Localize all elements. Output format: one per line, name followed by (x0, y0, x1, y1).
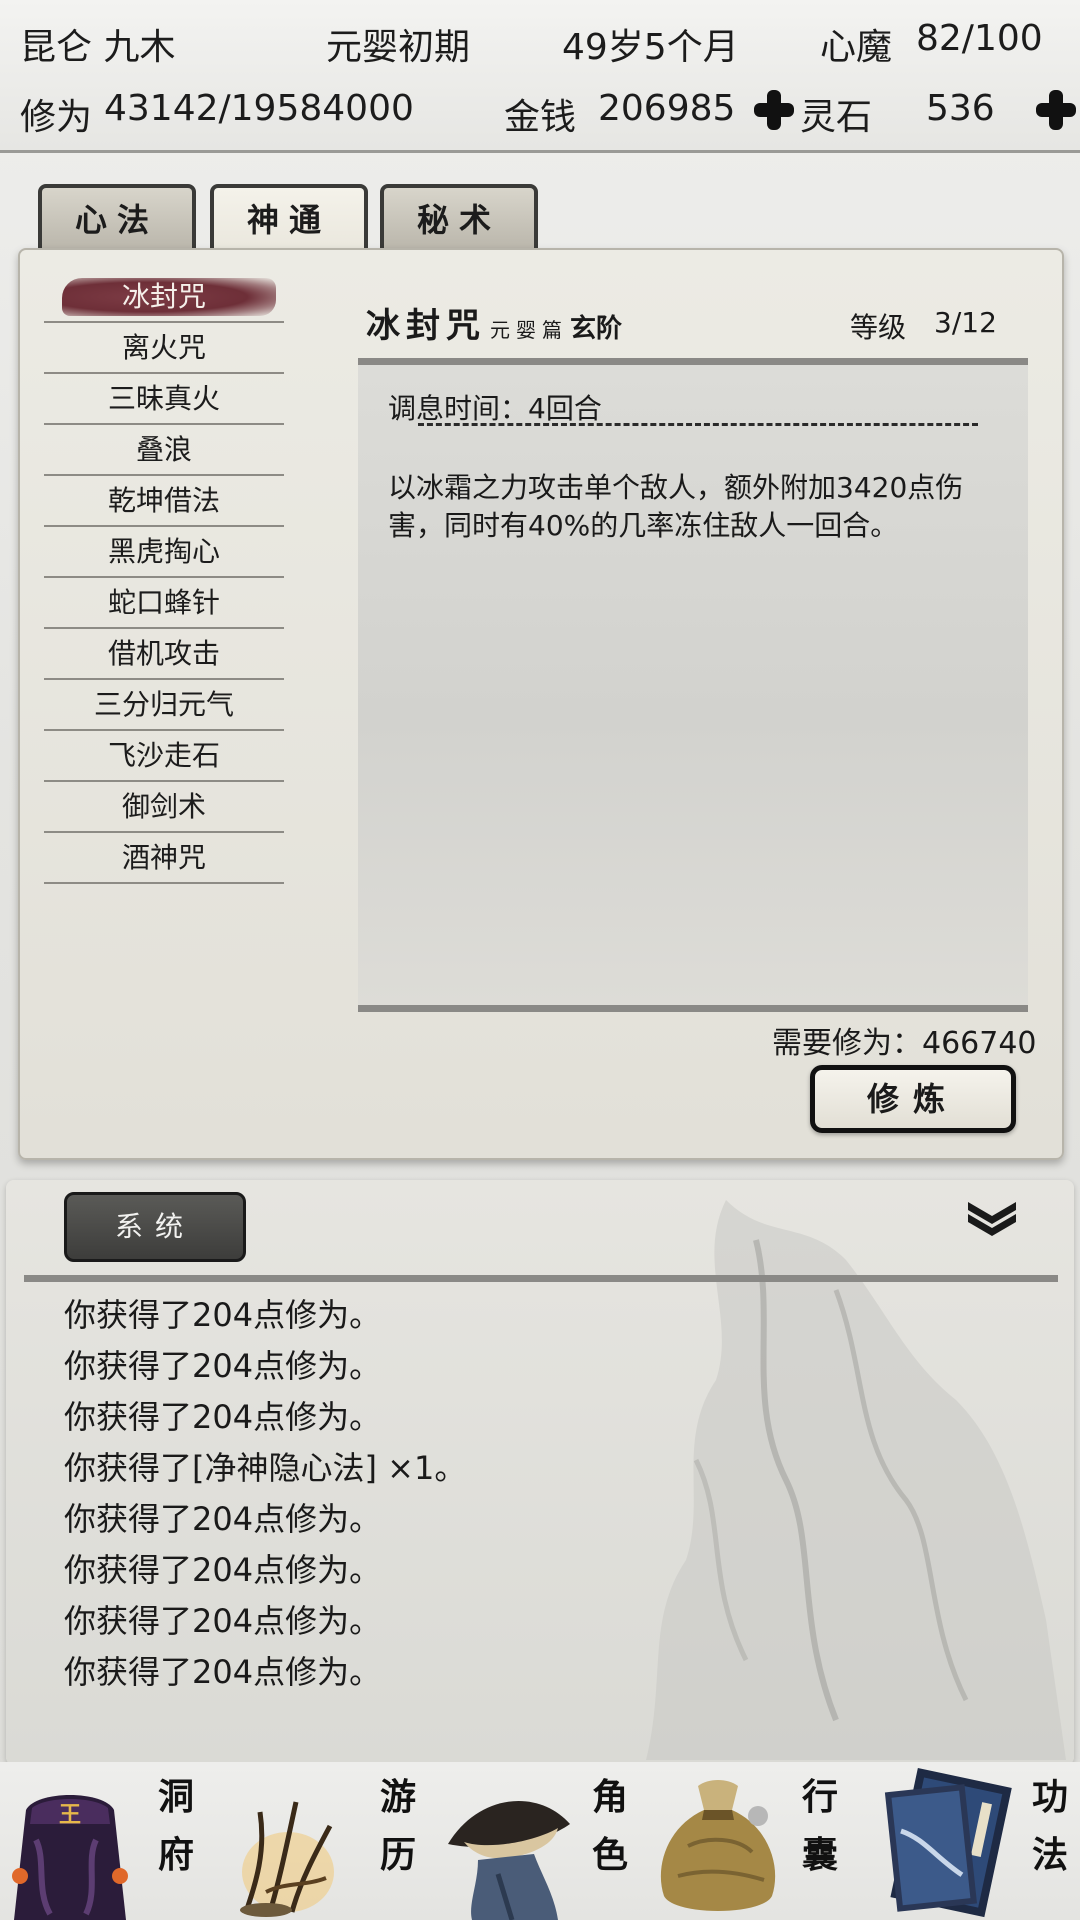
nav-character[interactable]: 角 色 (432, 1762, 648, 1920)
cultivation-label: 修为 (20, 97, 93, 138)
log-line: 你获得了204点修为。 (64, 1296, 382, 1334)
nav-label: 行 (801, 1776, 838, 1818)
system-log-panel: 系统 你获得了204点修为。 你获得了204点修为。 你获得了204点修为。 你… (6, 1180, 1074, 1765)
nav-label: 府 (157, 1834, 194, 1876)
money-value: 206985 (598, 88, 736, 129)
nav-label: 功 (1031, 1776, 1068, 1818)
skill-item[interactable]: 三昧真火 (44, 374, 284, 425)
skill-title: 冰封咒 元婴篇玄阶 (366, 298, 622, 347)
skill-rank: 玄阶 (570, 314, 623, 344)
skill-item[interactable]: 离火咒 (44, 323, 284, 374)
skill-item-label: 冰封咒 (121, 280, 206, 313)
nav-skills[interactable]: 功 法 (864, 1762, 1080, 1920)
ink-mountain-decoration (646, 1200, 1066, 1760)
cultivate-button[interactable]: 修炼 (810, 1065, 1016, 1133)
skill-description: 以冰霜之力攻击单个敌人，额外附加3420点伤害，同时有40%的几率冻住敌人一回合… (388, 471, 964, 542)
age-label: 49岁5个月 (562, 27, 739, 68)
cave-dwelling-icon: 王 (12, 1795, 128, 1920)
character-icon (448, 1801, 570, 1920)
nav-travel[interactable]: 游 历 (216, 1762, 432, 1920)
add-spirit-stone-icon[interactable] (1036, 90, 1076, 130)
spirit-stone-label: 灵石 (800, 97, 873, 138)
skill-item-bingfeng[interactable]: 冰封咒 (44, 272, 284, 323)
tab-secret-art[interactable]: 秘术 (380, 184, 538, 252)
dashed-divider (418, 423, 978, 426)
log-line: 你获得了204点修为。 (64, 1347, 382, 1385)
skill-item-label: 三昧真火 (107, 382, 220, 415)
nav-label: 法 (1031, 1834, 1068, 1876)
skill-item-label: 蛇口蜂针 (107, 586, 220, 619)
skill-panel: 冰封咒 离火咒 三昧真火 叠浪 乾坤借法 黑虎掏心 蛇口蜂针 借机攻击 三分归元… (18, 248, 1064, 1160)
skill-item-label: 离火咒 (121, 331, 206, 364)
skill-item-label: 乾坤借法 (107, 484, 220, 517)
travel-icon (240, 1801, 334, 1917)
chevron-double-down-icon[interactable] (964, 1198, 1020, 1238)
add-money-icon[interactable] (754, 90, 794, 130)
log-line: 你获得了204点修为。 (64, 1398, 382, 1436)
level-label: 等级 (850, 311, 907, 344)
skill-item-label: 飞沙走石 (107, 739, 220, 772)
tab-heart-method[interactable]: 心法 (38, 184, 196, 252)
skill-item[interactable]: 酒神咒 (44, 833, 284, 884)
money-label: 金钱 (504, 97, 577, 138)
skill-list: 冰封咒 离火咒 三昧真火 叠浪 乾坤借法 黑虎掏心 蛇口蜂针 借机攻击 三分归元… (44, 272, 284, 884)
bottom-navigation: 王 洞 府 游 历 角 色 行 囊 功 法 (0, 1762, 1080, 1920)
skill-item[interactable]: 御剑术 (44, 782, 284, 833)
level-value: 3/12 (934, 306, 997, 339)
skill-item[interactable]: 借机攻击 (44, 629, 284, 680)
spirit-stone-value: 536 (926, 88, 995, 129)
status-bar: 昆仑 九木 元婴初期 49岁5个月 心魔 82/100 修为 43142/195… (0, 0, 1080, 153)
demon-value: 82/100 (916, 18, 1043, 59)
log-line: 你获得了204点修为。 (64, 1551, 382, 1589)
nav-label: 色 (591, 1834, 628, 1876)
realm-label: 元婴初期 (326, 27, 471, 68)
skill-item-label: 叠浪 (135, 433, 192, 466)
nav-label: 历 (379, 1834, 416, 1876)
skill-item[interactable]: 黑虎掏心 (44, 527, 284, 578)
nav-label: 洞 (157, 1776, 194, 1818)
banner-glyph: 王 (59, 1802, 81, 1828)
character-name: 昆仑 九木 (20, 27, 176, 68)
nav-label: 角 (591, 1776, 628, 1818)
skill-item-label: 酒神咒 (121, 841, 206, 874)
bag-icon (660, 1780, 776, 1911)
skill-item[interactable]: 叠浪 (44, 425, 284, 476)
tab-divine-power[interactable]: 神通 (210, 184, 368, 258)
skill-book: 元婴篇 (490, 318, 568, 342)
cooldown-text: 调息时间：4回合 (388, 392, 602, 425)
skill-item[interactable]: 飞沙走石 (44, 731, 284, 782)
nav-cave-dwelling[interactable]: 王 洞 府 (0, 1762, 216, 1920)
skill-item-label: 御剑术 (121, 790, 206, 823)
log-line: 你获得了204点修为。 (64, 1500, 382, 1538)
skill-description-box: 调息时间：4回合 以冰霜之力攻击单个敌人，额外附加3420点伤害，同时有40%的… (358, 358, 1028, 1012)
skill-item-label: 借机攻击 (107, 637, 220, 670)
demon-label: 心魔 (820, 27, 893, 68)
skill-item[interactable]: 乾坤借法 (44, 476, 284, 527)
log-line: 你获得了204点修为。 (64, 1653, 382, 1691)
skill-name: 冰封咒 (366, 306, 486, 346)
skill-item-label: 黑虎掏心 (107, 535, 220, 568)
log-divider (24, 1275, 1058, 1282)
nav-bag[interactable]: 行 囊 (648, 1762, 864, 1920)
skill-item[interactable]: 蛇口蜂针 (44, 578, 284, 629)
log-line: 你获得了[净神隐心法] ×1。 (64, 1449, 467, 1487)
cultivation-requirement: 需要修为：466740 (772, 1026, 1037, 1061)
nav-label: 游 (379, 1776, 416, 1818)
tab-system-log[interactable]: 系统 (64, 1192, 246, 1262)
nav-label: 囊 (801, 1834, 838, 1876)
log-list: 你获得了204点修为。 你获得了204点修为。 你获得了204点修为。 你获得了… (64, 1290, 466, 1698)
skill-book-icon (884, 1767, 1012, 1918)
skill-item[interactable]: 三分归元气 (44, 680, 284, 731)
skill-item-label: 三分归元气 (93, 688, 234, 721)
log-line: 你获得了204点修为。 (64, 1602, 382, 1640)
cultivation-value: 43142/19584000 (104, 88, 414, 129)
